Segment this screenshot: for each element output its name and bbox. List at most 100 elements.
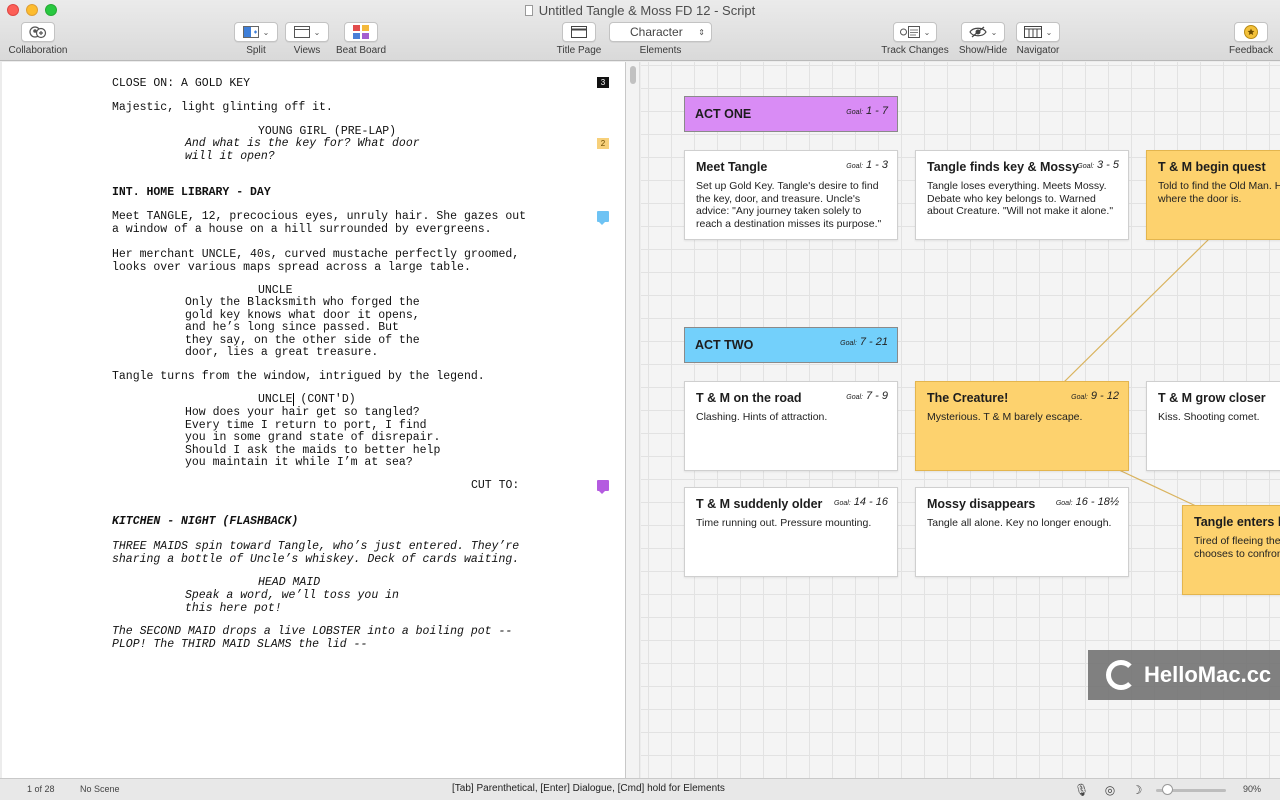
act-one-header[interactable]: ACT ONE Goal: 1 - 7 [684,96,898,132]
beat-body: Clashing. Hints of attraction. [696,411,828,423]
watermark-text: HelloMac.cc [1144,662,1272,687]
window-title: Untitled Tangle & Moss FD 12 - Script [0,3,1280,18]
navigator-button[interactable]: ⌄ Navigator [1014,22,1062,56]
beat-card[interactable]: Tangle finds key & Mossy Goal: 3 - 5 Tang… [915,150,1129,240]
beat-card[interactable]: Tangle enters lair Tired of fleeing the … [1182,505,1280,595]
beat-goal: Goal: 14 - 16 [834,496,888,508]
beat-body: Tangle loses everything. Meets Mossy. De… [927,180,1114,217]
character-name[interactable]: HEAD MAID [258,576,320,590]
beat-card[interactable]: T & M begin quest Told to find the Old M… [1146,150,1280,240]
updown-chevron-icon: ⇕ [698,27,705,37]
window-title-text: Untitled Tangle & Moss FD 12 - Script [538,3,756,18]
beat-link-line [1063,238,1210,383]
night-mode-icon[interactable]: ☽ [1130,783,1144,797]
beat-title: Tangle enters lair [1194,515,1280,529]
beat-goal: Goal: 3 - 5 [1077,159,1119,171]
scene-number-marker[interactable]: 3 [597,77,609,88]
beat-card[interactable]: Mossy disappears Goal: 16 - 18½ Tangle al… [915,487,1129,577]
app-window: Untitled Tangle & Moss FD 12 - Script Co… [0,0,1280,800]
chevron-down-icon: ⌄ [313,27,321,37]
action-line[interactable]: Meet TANGLE, 12, precocious eyes, unruly… [112,210,526,236]
note-flag-icon[interactable] [597,480,609,494]
split-icon: ⌄ [234,22,278,42]
beat-body: Tangle all alone. Key no longer enough. [927,517,1112,529]
track-changes-button[interactable]: ⌄ Track Changes [880,22,950,56]
scrollbar-thumb[interactable] [630,66,636,84]
beat-card[interactable]: The Creature! Goal: 9 - 12 Mysterious. T … [915,381,1129,471]
beat-body: Tired of fleeing the Creature, Tangle ch… [1194,535,1280,560]
chevron-down-icon: ⌄ [1045,27,1053,37]
title-page-label: Title Page [556,45,602,56]
beat-card[interactable]: Meet Tangle Goal: 1 - 3 Set up Gold Key. … [684,150,898,240]
dialogue[interactable]: And what is the key for? What door will … [185,137,420,163]
goal-label: Goal: [1071,394,1088,401]
dialogue[interactable]: Speak a word, we’ll toss you in this her… [185,589,399,615]
act-goal: Goal: 7 - 21 [840,336,888,348]
beat-board-icon [344,22,378,42]
split-button[interactable]: ⌄ Split [234,22,278,56]
beat-goal: Goal: 16 - 18½ [1056,496,1119,508]
scrollbar[interactable] [626,62,640,778]
feedback-icon [1234,22,1268,42]
goal-label: Goal: [1055,500,1073,507]
eye-icon: ⌄ [961,22,1005,42]
action-line[interactable]: Her merchant UNCLE, 40s, curved mustache… [112,248,519,274]
goal-value: 16 - 18½ [1075,496,1119,508]
act-title: ACT TWO [695,338,754,352]
dialogue[interactable]: Only the Blacksmith who forged the gold … [185,296,420,360]
show-hide-button[interactable]: ⌄ Show/Hide [958,22,1008,56]
goal-value: 7 - 9 [865,390,888,402]
beat-card[interactable]: T & M grow closer Kiss. Shooting comet. [1146,381,1280,471]
beat-board-label: Beat Board [336,45,387,56]
shot-heading[interactable]: CLOSE ON: A GOLD KEY [112,77,250,91]
beat-body: Kiss. Shooting comet. [1158,411,1260,423]
goal-label: Goal: [846,394,863,401]
action-line[interactable]: THREE MAIDS spin toward Tangle, who’s ju… [112,540,519,566]
beat-body: Set up Gold Key. Tangle's desire to find… [696,180,882,230]
script-editor[interactable]: CLOSE ON: A GOLD KEY Majestic, light gli… [2,62,626,778]
beat-card[interactable]: T & M on the road Goal: 7 - 9 Clashing. H… [684,381,898,471]
beat-board[interactable]: ACT ONE Goal: 1 - 7 Meet Tangle Goal: 1 - … [641,62,1280,778]
collaboration-label: Collaboration [8,45,68,56]
views-button[interactable]: ⌄ Views [285,22,329,56]
beat-card[interactable]: T & M suddenly older Goal: 14 - 16 Time r… [684,487,898,577]
act-two-header[interactable]: ACT TWO Goal: 7 - 21 [684,327,898,363]
feedback-button[interactable]: Feedback [1226,22,1276,56]
action-line[interactable]: The SECOND MAID drops a live LOBSTER int… [112,625,512,651]
microphone-icon[interactable]: 🎙 [1074,783,1089,797]
goal-value: 3 - 5 [1096,159,1119,171]
action-line[interactable]: Majestic, light glinting off it. [112,101,333,115]
action-line[interactable]: Tangle turns from the window, intrigued … [112,370,485,384]
beat-board-button[interactable]: Beat Board [336,22,386,56]
track-changes-icon: ⌄ [893,22,937,42]
beat-title: T & M grow closer [1158,391,1266,405]
zoom-slider-knob[interactable] [1162,784,1173,795]
note-flag-icon[interactable] [597,211,609,225]
beat-body: Mysterious. T & M barely escape. [927,411,1083,423]
character-name[interactable]: UNCLE (CONT'D) [258,393,356,407]
transition[interactable]: CUT TO: [471,479,519,493]
chevron-down-icon: ⌄ [262,27,270,37]
goal-label: Goal: [840,340,857,347]
elements-select[interactable]: Character ⇕ Elements [609,22,712,56]
views-icon: ⌄ [285,22,329,42]
goal-label: Goal: [846,163,863,170]
scene-indicator: No Scene [80,784,120,794]
elements-dropdown[interactable]: Character ⇕ [609,22,712,42]
collaboration-button[interactable]: Collaboration [6,22,70,56]
scene-heading[interactable]: KITCHEN - NIGHT (FLASHBACK) [112,515,298,529]
beat-goal: Goal: 9 - 12 [1071,390,1119,402]
collaboration-icon [21,22,55,42]
scene-heading[interactable]: INT. HOME LIBRARY - DAY [112,186,271,200]
beat-body: Time running out. Pressure mounting. [696,517,872,529]
scene-number-marker[interactable]: 2 [597,138,609,149]
dialogue[interactable]: How does your hair get so tangled? Every… [185,406,440,470]
goal-value: 1 - 3 [865,159,888,171]
title-page-button[interactable]: Title Page [553,22,605,56]
goal-label: Goal: [846,109,863,116]
split-label: Split [246,45,266,56]
target-icon[interactable]: ◎ [1103,783,1117,797]
title-page-icon [562,22,596,42]
navigator-icon: ⌄ [1016,22,1060,42]
beat-link-line [1118,469,1197,507]
